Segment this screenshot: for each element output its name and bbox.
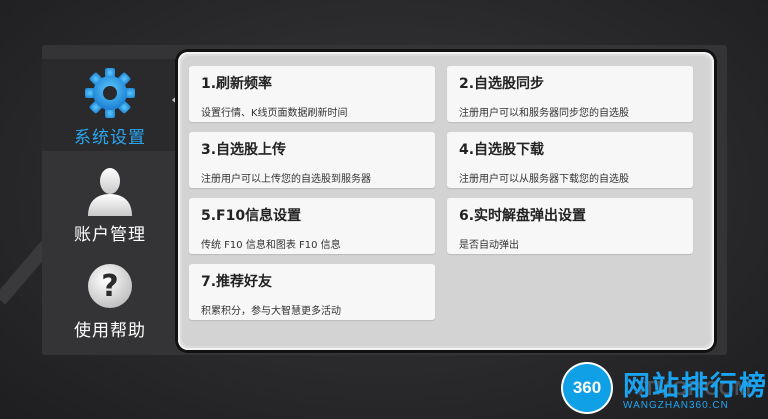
setting-title: 7.推荐好友 — [201, 274, 273, 290]
setting-description: 注册用户可以和服务器同步您的自选股 — [459, 108, 629, 119]
setting-description: 设置行情、K线页面数据刷新时间 — [201, 108, 348, 119]
setting-description: 是否自动弹出 — [459, 240, 519, 251]
setting-description: 注册用户可以从服务器下载您的自选股 — [459, 174, 629, 185]
setting-refresh-rate[interactable]: 1.刷新频率 设置行情、K线页面数据刷新时间 — [189, 66, 435, 122]
setting-recommend-friends[interactable]: 7.推荐好友 积累积分，参与大智慧更多活动 — [189, 264, 435, 320]
gear-icon — [84, 67, 136, 119]
setting-watchlist-sync[interactable]: 2.自选股同步 注册用户可以和服务器同步您的自选股 — [447, 66, 693, 122]
setting-title: 5.F10信息设置 — [201, 208, 302, 224]
watermark-text: 网站排行榜 — [623, 371, 768, 402]
watermark-subtext: WANGZHAN360.CN — [623, 400, 729, 411]
setting-f10-info[interactable]: 5.F10信息设置 传统 F10 信息和图表 F10 信息 — [189, 198, 435, 254]
setting-watchlist-upload[interactable]: 3.自选股上传 注册用户可以上传您的自选股到服务器 — [189, 132, 435, 188]
watermark-badge: 360 — [563, 364, 611, 412]
setting-realtime-popup[interactable]: 6.实时解盘弹出设置 是否自动弹出 — [447, 198, 693, 254]
setting-description: 传统 F10 信息和图表 F10 信息 — [201, 240, 341, 251]
setting-watchlist-download[interactable]: 4.自选股下载 注册用户可以从服务器下载您的自选股 — [447, 132, 693, 188]
sidebar-item-account-management[interactable]: 账户管理 — [42, 156, 178, 248]
sidebar-item-label: 系统设置 — [74, 128, 146, 148]
setting-description: 积累积分，参与大智慧更多活动 — [201, 306, 341, 317]
setting-title: 6.实时解盘弹出设置 — [459, 208, 587, 224]
sidebar-item-help[interactable]: ? 使用帮助 — [42, 252, 178, 344]
sidebar-item-label: 账户管理 — [74, 225, 146, 245]
setting-title: 3.自选股上传 — [201, 142, 287, 158]
user-icon — [84, 164, 136, 216]
svg-text:?: ? — [101, 269, 118, 304]
setting-title: 4.自选股下载 — [459, 142, 545, 158]
setting-title: 2.自选股同步 — [459, 76, 545, 92]
sidebar-item-system-settings[interactable]: 系统设置 — [42, 59, 178, 151]
setting-description: 注册用户可以上传您的自选股到服务器 — [201, 174, 371, 185]
sidebar-item-label: 使用帮助 — [74, 321, 146, 341]
setting-title: 1.刷新频率 — [201, 76, 273, 92]
help-icon: ? — [84, 260, 136, 312]
watermark: 360 ITMOP.COM 网站排行榜 WANGZHAN360.CN — [563, 362, 768, 419]
